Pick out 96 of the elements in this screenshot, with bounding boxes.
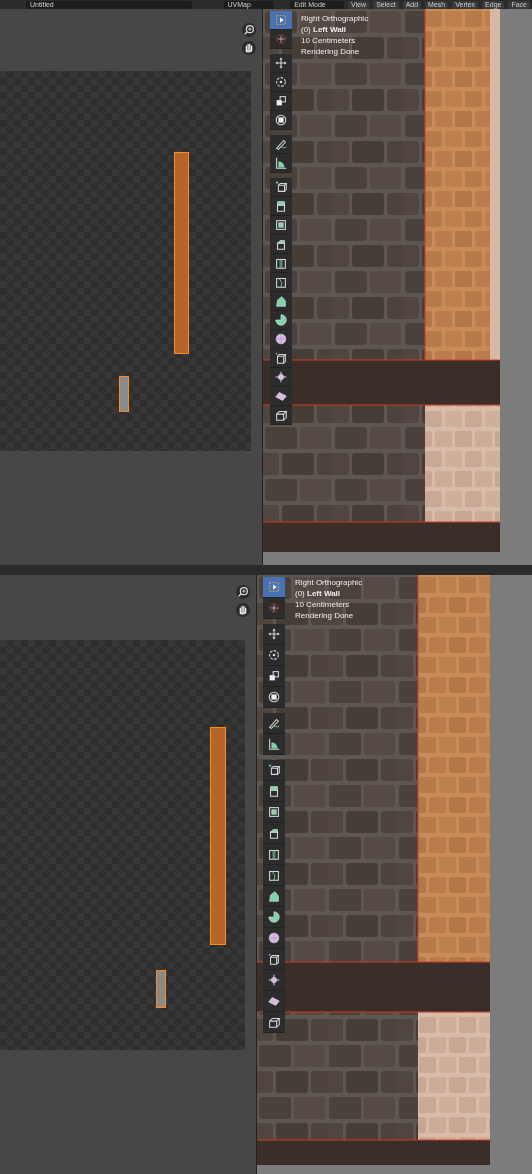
tool-button[interactable] [270,368,292,387]
tool-button[interactable] [270,111,292,130]
tool-button[interactable] [270,92,292,111]
extrude-icon [267,784,281,798]
cube-icon [267,1015,281,1029]
tool-button[interactable] [263,991,285,1012]
tool-button[interactable] [263,624,285,645]
viewport-info-text: Right Orthographic [295,577,363,588]
viewport-info-text: (0) Left Wall [295,588,342,599]
tool-button[interactable] [270,235,292,254]
tool-button[interactable] [263,781,285,802]
tool-button[interactable] [263,970,285,991]
poly-build-icon [274,294,288,308]
viewport-info-text: Rendering Done [301,46,361,57]
add-cube-icon [274,180,288,194]
slab-icon [274,389,288,403]
tool-button[interactable] [263,802,285,823]
tool-button[interactable] [270,154,292,173]
tool-button[interactable] [263,687,285,708]
uv-island [156,970,166,1008]
tool-button[interactable] [270,254,292,273]
tool-button[interactable] [263,823,285,844]
loop-cut-icon [274,256,288,270]
transform-icon [267,690,281,704]
cursor-icon [267,601,281,615]
cursor-icon [274,32,288,46]
tool-button[interactable] [263,865,285,886]
tool-button[interactable] [263,949,285,970]
pencil-icon [267,716,281,730]
tool-button[interactable] [270,330,292,349]
tool-button[interactable] [263,844,285,865]
knife-icon [267,868,281,882]
tool-button[interactable] [270,197,292,216]
scale-icon [267,669,281,683]
poly-build-icon [267,889,281,903]
slab-icon [267,994,281,1008]
scale-icon [274,94,288,108]
tool-button[interactable] [270,387,292,406]
add-cube-icon [267,763,281,777]
bevel-icon [267,826,281,840]
spin-icon [267,910,281,924]
hand-icon[interactable] [236,603,250,617]
knife-icon [274,275,288,289]
rotate-icon [267,648,281,662]
transform-icon [274,113,288,127]
tool-button[interactable] [270,178,292,197]
viewport-info-text: 10 Centimeters [301,35,357,46]
tool-button[interactable] [270,406,292,425]
tool-button[interactable] [263,760,285,781]
tool-button[interactable] [270,216,292,235]
viewport-info-text: Right Orthographic [301,13,369,24]
tool-button[interactable] [263,713,285,734]
ruler-icon [274,156,288,170]
tool-button[interactable] [263,645,285,666]
viewport-info-text: 10 Centimeters [295,599,351,610]
tool-button[interactable] [270,135,292,154]
tool-button[interactable] [270,11,292,30]
hand-icon[interactable] [242,41,256,55]
sphere-icon [274,332,288,346]
crosshair-icon [274,370,288,384]
cube-icon [267,952,281,966]
zoom-icon[interactable] [242,23,256,37]
tool-button[interactable] [263,907,285,928]
tool-button[interactable] [263,666,285,687]
move-icon [274,56,288,70]
tool-button[interactable] [270,349,292,368]
tool-button[interactable] [263,928,285,949]
cube-icon [274,351,288,365]
tool-button[interactable] [270,73,292,92]
tool-button[interactable] [270,54,292,73]
tool-button[interactable] [263,734,285,755]
bevel-icon [274,237,288,251]
viewport-info-text: (0) Left Wall [301,24,348,35]
inset-icon [267,805,281,819]
tool-button[interactable] [270,311,292,330]
pencil-icon [274,137,288,151]
zoom-icon[interactable] [236,585,250,599]
viewport-info-text: Rendering Done [295,610,355,621]
select-box-icon [274,13,288,27]
crosshair-icon [267,973,281,987]
move-icon [267,627,281,641]
tool-button[interactable] [270,292,292,311]
inset-icon [274,218,288,232]
extrude-icon [274,199,288,213]
tool-button[interactable] [263,886,285,907]
ruler-icon [267,737,281,751]
rotate-icon [274,75,288,89]
cube-icon [274,408,288,422]
spin-icon [274,313,288,327]
uv-island [119,376,129,412]
loop-cut-icon [267,847,281,861]
sphere-icon [267,931,281,945]
tool-button[interactable] [263,577,285,598]
tool-button[interactable] [270,273,292,292]
tool-button[interactable] [263,1012,285,1033]
select-box-icon [267,580,281,594]
